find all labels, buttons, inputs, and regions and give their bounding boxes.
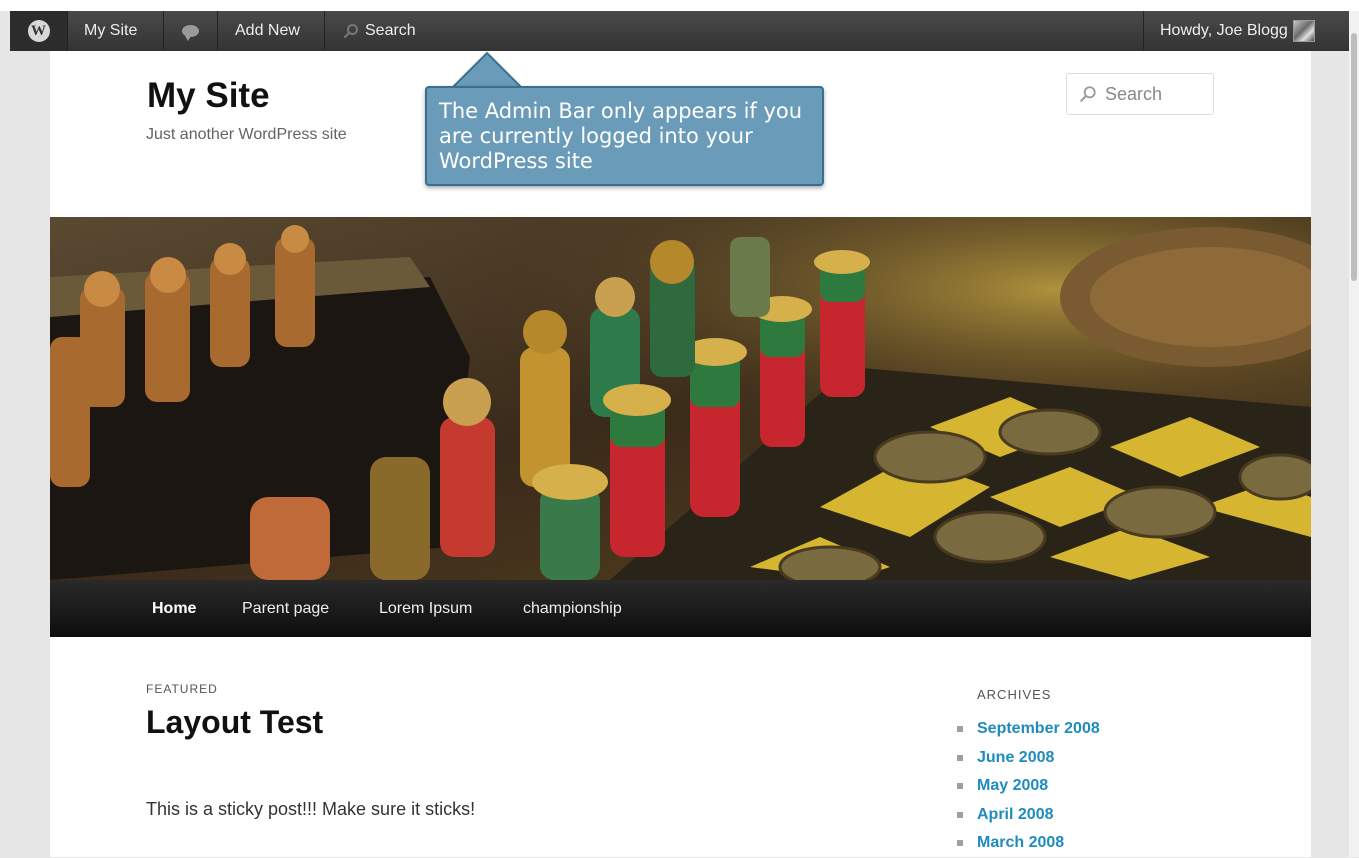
- list-item: March 2008: [957, 829, 1100, 858]
- bullet: [957, 811, 963, 818]
- post-title[interactable]: Layout Test: [146, 704, 323, 741]
- add-new-label: Add New: [235, 22, 300, 39]
- post-excerpt: This is a sticky post!!! Make sure it st…: [146, 799, 476, 819]
- user-account-menu[interactable]: Howdy, Joe Blogg: [1143, 11, 1349, 51]
- nav-item-championship[interactable]: championship: [523, 580, 622, 637]
- bullet: [957, 840, 963, 847]
- page-scrollbar[interactable]: [1349, 11, 1359, 857]
- nav-item-home[interactable]: Home: [152, 580, 196, 637]
- avatar: [1292, 20, 1315, 42]
- featured-label: FEATURED: [146, 682, 218, 696]
- list-item: June 2008: [957, 744, 1100, 773]
- list-item: May 2008: [957, 772, 1100, 801]
- search-placeholder: Search: [1105, 83, 1163, 104]
- archive-link-may-2008[interactable]: May 2008: [977, 777, 1048, 795]
- admin-bar: W My Site Add New Search Howdy, Joe Blog…: [10, 11, 1349, 51]
- window-top-strip: [0, 0, 1359, 11]
- site-title[interactable]: My Site: [147, 76, 270, 116]
- scrollbar-thumb[interactable]: [1351, 33, 1357, 281]
- callout-text: The Admin Bar only appears if you are cu…: [439, 99, 803, 173]
- list-item: April 2008: [957, 801, 1100, 830]
- my-site-label: My Site: [84, 22, 138, 39]
- archive-link-june-2008[interactable]: June 2008: [977, 749, 1054, 767]
- nav-item-parent-page[interactable]: Parent page: [242, 580, 329, 637]
- callout-pointer: [450, 51, 524, 89]
- bullet: [957, 726, 963, 733]
- archive-link-march-2008[interactable]: March 2008: [977, 834, 1064, 852]
- wordpress-menu-button[interactable]: W: [10, 11, 68, 51]
- bullet: [957, 754, 963, 761]
- howdy-label: Howdy, Joe Blogg: [1160, 22, 1288, 39]
- admin-bar-callout: The Admin Bar only appears if you are cu…: [425, 86, 824, 186]
- search-input[interactable]: Search: [1066, 73, 1214, 115]
- search-icon: [1080, 86, 1096, 102]
- archives-list: September 2008 June 2008 May 2008 April …: [957, 715, 1100, 858]
- nav-item-lorem-ipsum[interactable]: Lorem Ipsum: [379, 580, 472, 637]
- admin-bar-search[interactable]: Search: [325, 11, 435, 51]
- wordpress-logo-icon: W: [27, 20, 50, 42]
- chess-set-photo: [50, 217, 1311, 580]
- comments-button[interactable]: [164, 11, 218, 51]
- add-new-menu[interactable]: Add New: [218, 11, 325, 51]
- main-navigation: Home Parent page Lorem Ipsum championshi…: [50, 580, 1311, 637]
- site-tagline: Just another WordPress site: [146, 126, 347, 143]
- archive-link-september-2008[interactable]: September 2008: [977, 720, 1100, 738]
- header-image: [50, 217, 1311, 580]
- comment-bubble-icon: [182, 25, 199, 41]
- admin-bar-search-label: Search: [365, 22, 416, 39]
- bullet: [957, 783, 963, 790]
- search-icon: [343, 24, 358, 39]
- archive-link-april-2008[interactable]: April 2008: [977, 806, 1053, 824]
- list-item: September 2008: [957, 715, 1100, 744]
- my-site-menu[interactable]: My Site: [68, 11, 164, 51]
- archives-title: ARCHIVES: [977, 687, 1052, 702]
